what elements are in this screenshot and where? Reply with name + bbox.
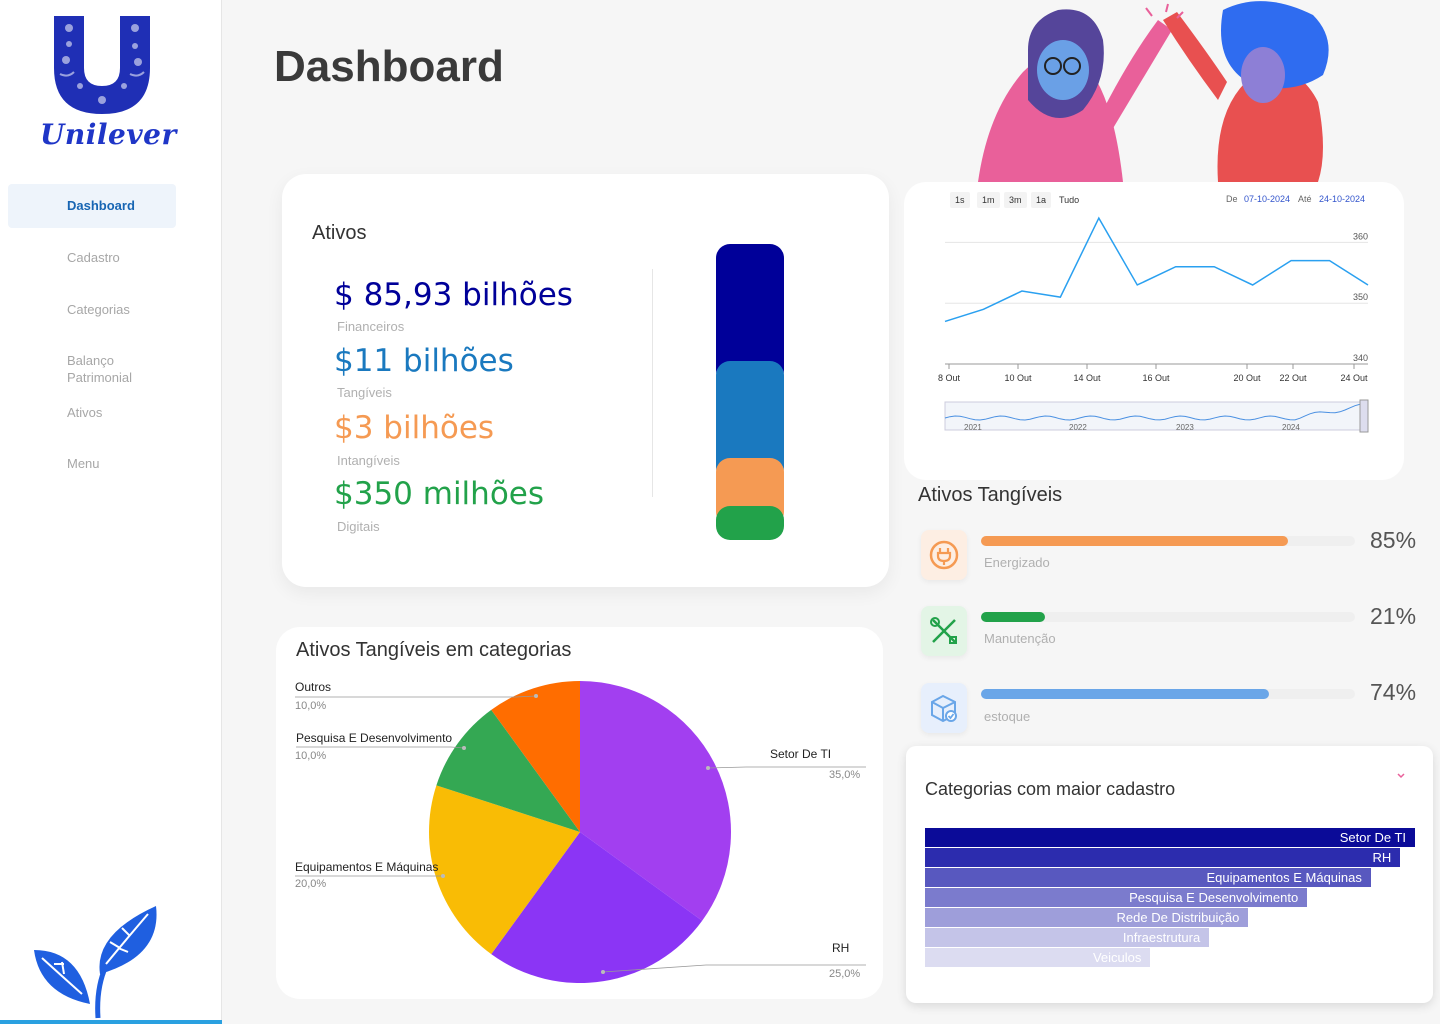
series-line[interactable] (944, 216, 1369, 323)
x-tick-label: 10 Out (1004, 373, 1032, 383)
sidebar-item-menu[interactable]: Menu (8, 455, 176, 472)
plug-icon (921, 530, 967, 580)
pie-chart-card: Ativos Tangíveis em categorias Setor De … (276, 627, 883, 999)
sidebar-item-ativos[interactable]: Ativos (8, 404, 176, 421)
manutencao-progress-fill (981, 612, 1045, 622)
pie-pct-rh: 25,0% (829, 968, 861, 980)
stack-segment-digitais (716, 506, 784, 540)
estoque-label: estoque (984, 709, 1031, 724)
leaf-icon (34, 906, 157, 1019)
sidebar-item-categorias[interactable]: Categorias (8, 301, 176, 318)
ativos-financeiros-value: $ 85,93 bilhões (334, 277, 573, 313)
bars-title: Categorias com maior cadastro (925, 779, 1176, 799)
bar-equipamentos[interactable]: Equipamentos E Máquinas (925, 868, 1371, 887)
line-chart[interactable]: 360 350 340 8 Out 10 Out 14 Out 16 Out 20 Out 22… (904, 182, 1404, 480)
tangiveis-title: Ativos Tangíveis (918, 484, 1063, 506)
x-tick-label: 24 Out (1340, 373, 1368, 383)
ativos-card: Ativos $ 85,93 bilhões Financeiros $11 b… (282, 174, 889, 587)
estoque-progress-bar (981, 689, 1355, 699)
ativos-digitais-label: Digitais (337, 519, 380, 534)
pie-leader-outros (295, 695, 537, 698)
sidebar-bottom-bar (0, 1020, 222, 1024)
y-tick-label: 360 (1353, 231, 1368, 241)
energizado-percent: 85% (1370, 527, 1417, 553)
line-chart-card: 1s 1m 3m 1a Tudo De 07-10-2024 Até 24-10… (904, 182, 1404, 480)
pie-chart[interactable] (276, 627, 883, 999)
sidebar-item-cadastro[interactable]: Cadastro (8, 249, 176, 266)
x-tick-label: 16 Out (1142, 373, 1170, 383)
pie-leader-dot (601, 970, 605, 974)
ativos-tangiveis-label: Tangíveis (337, 385, 392, 400)
bar-chart-card: Categorias com maior cadastro Setor De T… (906, 746, 1433, 1003)
page-title: Dashboard (274, 42, 504, 91)
ativos-digitais-value: $350 milhões (334, 476, 545, 512)
y-tick-label: 340 (1353, 353, 1368, 363)
x-tick-label: 14 Out (1073, 373, 1101, 383)
estoque-percent: 74% (1370, 679, 1417, 705)
bar-infraestrutura[interactable]: Infraestrutura (925, 928, 1210, 947)
pie-leader-dot (706, 766, 710, 770)
bar-pesquisa[interactable]: Pesquisa E Desenvolvimento (925, 888, 1308, 907)
x-tick-label: 22 Out (1279, 373, 1307, 383)
navigator-year-label: 2023 (1176, 423, 1194, 432)
pie-pct-outros: 10,0% (295, 700, 327, 712)
ativos-financeiros-label: Financeiros (337, 319, 405, 334)
chevron-down-icon[interactable] (1396, 772, 1406, 780)
ativos-intangiveis-label: Intangíveis (337, 453, 400, 468)
manutencao-label: Manutenção (984, 631, 1056, 646)
manutencao-progress-bar (981, 612, 1355, 622)
assets-stacked-bar (716, 244, 784, 540)
navigator-handle[interactable] (1359, 399, 1369, 433)
tools-icon (921, 606, 967, 656)
pie-label-equipamentos: Equipamentos E Máquinas (295, 860, 439, 874)
pie-leader-pesquisa (296, 746, 465, 749)
pie-leader-dot (462, 746, 466, 750)
energizado-label: Energizado (984, 555, 1050, 570)
pie-label-pesquisa: Pesquisa E Desenvolvimento (296, 731, 453, 745)
navigator-year-label: 2021 (964, 423, 982, 432)
manutencao-percent: 21% (1370, 603, 1417, 629)
estoque-progress-fill (981, 689, 1269, 699)
pie-leader-setor-ti (707, 766, 866, 769)
ativos-title: Ativos (312, 222, 367, 244)
unilever-u-icon (54, 16, 150, 114)
navigator-year-label: 2022 (1069, 423, 1087, 432)
pie-pct-setor-ti: 35,0% (829, 769, 861, 781)
high-five-illustration (978, 1, 1329, 182)
bar-rede-distribuicao[interactable]: Rede De Distribuição (925, 908, 1249, 927)
pie-pct-equipamentos: 20,0% (295, 878, 327, 890)
energizado-progress-bar (981, 536, 1355, 546)
x-tick-label: 8 Out (938, 373, 961, 383)
x-tick-label: 20 Out (1233, 373, 1261, 383)
ativos-intangiveis-value: $3 bilhões (334, 410, 495, 446)
pie-leader-dot (534, 694, 538, 698)
unilever-logo[interactable]: Unilever (40, 14, 177, 154)
y-tick-label: 350 (1353, 292, 1368, 302)
box-icon (921, 683, 967, 733)
pie-leader-dot (441, 874, 445, 878)
brand-name: Unilever (40, 118, 177, 151)
sidebar: Unilever Dashboard Cadastro Categorias B… (0, 0, 222, 1024)
bar-rh[interactable]: RH (925, 848, 1401, 867)
energizado-progress-fill (981, 536, 1288, 546)
pie-label-rh: RH (832, 941, 850, 955)
navigator-year-label: 2024 (1282, 423, 1300, 432)
sidebar-item-dashboard[interactable]: Dashboard (8, 184, 176, 228)
pie-label-outros: Outros (295, 680, 332, 694)
sidebar-item-balanco-patrimonial[interactable]: Balanço Patrimonial (8, 352, 158, 386)
bar-setor-ti[interactable]: Setor De TI (925, 828, 1415, 847)
divider (652, 269, 653, 497)
bar-veiculos[interactable]: Veiculos (925, 948, 1151, 967)
ativos-tangiveis-value: $11 bilhões (334, 343, 514, 379)
pie-label-setor-ti: Setor De TI (770, 747, 832, 761)
pie-pct-pesquisa: 10,0% (295, 750, 327, 762)
